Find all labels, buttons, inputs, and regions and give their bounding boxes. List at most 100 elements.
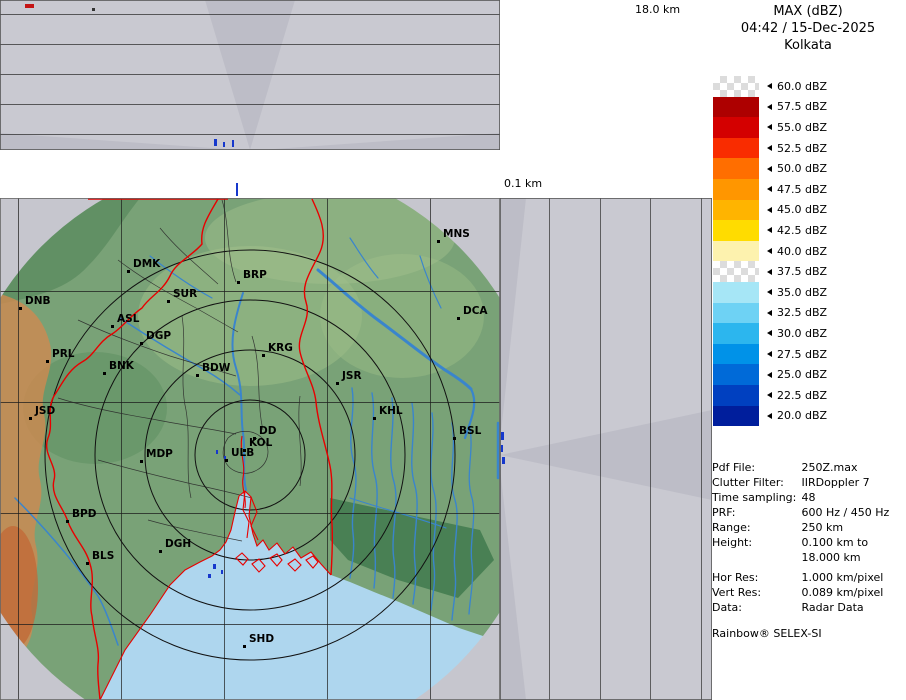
legend-swatch bbox=[713, 97, 759, 118]
legend-label: 35.0 dBZ bbox=[777, 286, 827, 299]
legend-row: 22.5 dBZ bbox=[713, 385, 827, 406]
legend-label: 57.5 dBZ bbox=[777, 100, 827, 113]
legend-swatch bbox=[713, 261, 759, 282]
legend-label: 45.0 dBZ bbox=[777, 203, 827, 216]
city-label: DCA bbox=[463, 305, 488, 317]
legend-swatch bbox=[713, 179, 759, 200]
legend-label: 27.5 dBZ bbox=[777, 348, 827, 361]
metadata-key: Height: bbox=[712, 536, 798, 549]
legend-row: 50.0 dBZ bbox=[713, 158, 827, 179]
legend-tick-icon bbox=[767, 310, 772, 316]
legend-swatch bbox=[713, 406, 759, 427]
legend-label: 22.5 dBZ bbox=[777, 389, 827, 402]
legend-row: 47.5 dBZ bbox=[713, 179, 827, 200]
legend-swatch bbox=[713, 220, 759, 241]
city-dot-icon bbox=[66, 520, 69, 523]
title-block: MAX (dBZ) 04:42 / 15-Dec-2025 Kolkata bbox=[712, 3, 904, 54]
metadata-row: 18.000 km bbox=[712, 551, 861, 564]
metadata-key: Vert Res: bbox=[712, 586, 798, 599]
legend-row: 42.5 dBZ bbox=[713, 220, 827, 241]
legend-row: 25.0 dBZ bbox=[713, 364, 827, 385]
legend-swatch bbox=[713, 138, 759, 159]
metadata-row: Pdf File: 250Z.max bbox=[712, 461, 858, 474]
metadata-row: Clutter Filter: IIRDoppler 7 bbox=[712, 476, 870, 489]
legend-tick-icon bbox=[767, 289, 772, 295]
metadata-row: Data: Radar Data bbox=[712, 601, 864, 614]
metadata-row: Range: 250 km bbox=[712, 521, 843, 534]
legend-label: 60.0 dBZ bbox=[777, 80, 827, 93]
city-label: DD bbox=[259, 425, 276, 437]
city-label: KRG bbox=[268, 342, 293, 354]
legend-swatch bbox=[713, 385, 759, 406]
legend-row: 52.5 dBZ bbox=[713, 138, 827, 159]
legend-tick-icon bbox=[767, 392, 772, 398]
legend-label: 47.5 dBZ bbox=[777, 183, 827, 196]
city-label: KHL bbox=[379, 405, 403, 417]
city-label: JSD bbox=[35, 405, 55, 417]
metadata-row: PRF: 600 Hz / 450 Hz bbox=[712, 506, 889, 519]
legend-swatch bbox=[713, 344, 759, 365]
legend-label: 20.0 dBZ bbox=[777, 409, 827, 422]
legend-row: 57.5 dBZ bbox=[713, 97, 827, 118]
metadata-value: 48 bbox=[802, 491, 816, 504]
legend-row: 37.5 dBZ bbox=[713, 261, 827, 282]
city-dot-icon bbox=[29, 417, 32, 420]
city-label: JSR bbox=[342, 370, 362, 382]
legend-label: 55.0 dBZ bbox=[777, 121, 827, 134]
legend-tick-icon bbox=[767, 207, 772, 213]
legend-row: 40.0 dBZ bbox=[713, 241, 827, 262]
metadata-value: 250 km bbox=[802, 521, 844, 534]
metadata-value: 0.089 km/pixel bbox=[802, 586, 884, 599]
city-label: ASL bbox=[117, 313, 139, 325]
city-dot-icon bbox=[140, 342, 143, 345]
legend-label: 32.5 dBZ bbox=[777, 306, 827, 319]
legend-tick-icon bbox=[767, 186, 772, 192]
city-label: MNS bbox=[443, 228, 470, 240]
legend-label: 25.0 dBZ bbox=[777, 368, 827, 381]
legend-tick-icon bbox=[767, 269, 772, 275]
metadata-value: 1.000 km/pixel bbox=[802, 571, 884, 584]
legend-row: 45.0 dBZ bbox=[713, 200, 827, 221]
metadata-row: Hor Res: 1.000 km/pixel bbox=[712, 571, 883, 584]
city-dot-icon bbox=[140, 460, 143, 463]
station-name: Kolkata bbox=[712, 37, 904, 54]
metadata-key: Pdf File: bbox=[712, 461, 798, 474]
legend-row: 55.0 dBZ bbox=[713, 117, 827, 138]
height-max-label: 18.0 km bbox=[635, 3, 680, 16]
city-label: BLS bbox=[92, 550, 114, 562]
legend-swatch bbox=[713, 200, 759, 221]
legend-label: 52.5 dBZ bbox=[777, 142, 827, 155]
metadata-key: Range: bbox=[712, 521, 798, 534]
legend-swatch bbox=[713, 323, 759, 344]
city-label: SUR bbox=[173, 288, 197, 300]
city-dot-icon bbox=[159, 550, 162, 553]
legend-label: 37.5 dBZ bbox=[777, 265, 827, 278]
legend-tick-icon bbox=[767, 351, 772, 357]
legend-tick-icon bbox=[767, 330, 772, 336]
city-dot-icon bbox=[111, 325, 114, 328]
legend-tick-icon bbox=[767, 145, 772, 151]
software-brand: Rainbow® SELEX-SI bbox=[712, 627, 822, 640]
product-datetime: 04:42 / 15-Dec-2025 bbox=[712, 20, 904, 37]
legend-label: 50.0 dBZ bbox=[777, 162, 827, 175]
metadata-key: Clutter Filter: bbox=[712, 476, 798, 489]
legend-swatch bbox=[713, 364, 759, 385]
city-dot-icon bbox=[225, 459, 228, 462]
right-cross-section-panel bbox=[500, 198, 712, 700]
legend-swatch bbox=[713, 303, 759, 324]
city-dot-icon bbox=[127, 270, 130, 273]
legend-label: 30.0 dBZ bbox=[777, 327, 827, 340]
legend-row: 35.0 dBZ bbox=[713, 282, 827, 303]
legend-label: 42.5 dBZ bbox=[777, 224, 827, 237]
city-dot-icon bbox=[237, 281, 240, 284]
city-label: ULB bbox=[231, 447, 254, 459]
metadata-row: Time sampling: 48 bbox=[712, 491, 816, 504]
city-label: BRP bbox=[243, 269, 267, 281]
radar-product-window: 18.0 km 0.1 km MNS DMK BRP SUR DNB bbox=[0, 0, 906, 700]
product-title: MAX (dBZ) bbox=[712, 3, 904, 20]
legend-row: 30.0 dBZ bbox=[713, 323, 827, 344]
city-label: DGH bbox=[165, 538, 191, 550]
metadata-key: PRF: bbox=[712, 506, 798, 519]
city-dot-icon bbox=[457, 317, 460, 320]
metadata-row: Height: 0.100 km to bbox=[712, 536, 868, 549]
